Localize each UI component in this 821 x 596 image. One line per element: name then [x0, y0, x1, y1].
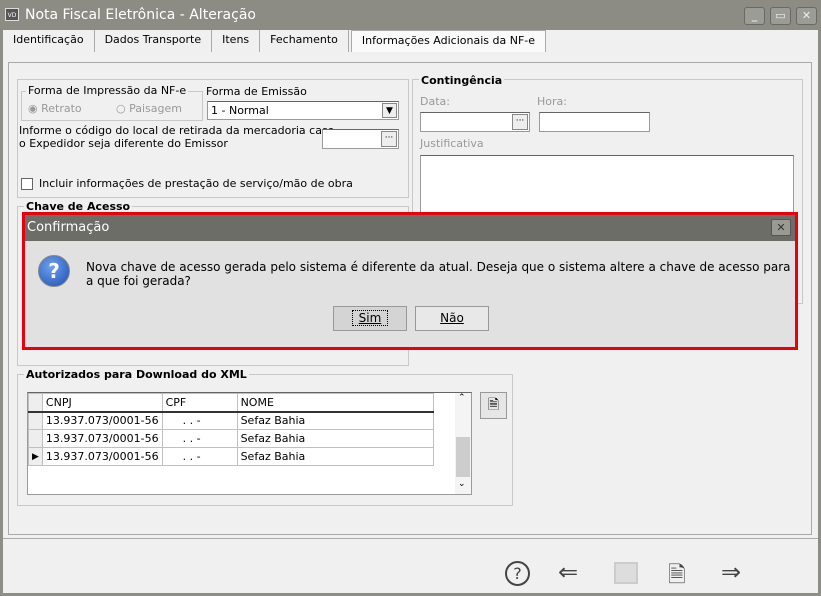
cell-cnpj: 13.937.073/0001-56 — [41, 411, 163, 430]
yes-button[interactable]: Sim — [333, 306, 407, 331]
data-label: Data: — [420, 95, 450, 108]
emissao-value: 1 - Normal — [211, 104, 269, 117]
cell-cpf: . . - — [161, 429, 238, 448]
maximize-button[interactable]: ▭ — [770, 7, 791, 25]
table-row[interactable]: 13.937.073/0001-56. . - Sefaz Bahia — [28, 429, 434, 448]
minimize-button[interactable]: _ — [744, 7, 765, 25]
cell-cpf: . . - — [161, 411, 238, 430]
forward-arrow-icon[interactable]: ⇒ — [721, 558, 741, 586]
col-cpf[interactable]: CPF — [161, 393, 238, 413]
scroll-thumb[interactable] — [456, 437, 470, 477]
document-remove-icon: 🗎 — [487, 397, 500, 413]
close-button[interactable]: ✕ — [796, 7, 817, 25]
cancel-document-icon[interactable]: 🗎 — [668, 558, 686, 596]
app-icon: VD — [5, 8, 19, 21]
confirmation-dialog: Confirmação ✕ ? Nova chave de acesso ger… — [22, 212, 798, 350]
cell-cpf: . . - — [161, 447, 238, 466]
col-cnpj[interactable]: CNPJ — [41, 393, 163, 413]
remove-authorized-button[interactable]: 🗎 — [480, 392, 507, 419]
incluir-servico-label: Incluir informações de prestação de serv… — [39, 177, 353, 190]
toolbar-divider — [3, 538, 818, 539]
tab-informacoes-adicionais[interactable]: Informações Adicionais da NF-e — [350, 30, 547, 52]
dialog-message: Nova chave de acesso gerada pelo sistema… — [86, 260, 791, 288]
emissao-select[interactable]: 1 - Normal ▼ — [207, 101, 399, 120]
checkbox-box[interactable] — [21, 177, 33, 190]
tab-bar: Identificação Dados Transporte Itens Fec… — [3, 30, 547, 54]
radio-retrato[interactable]: ◉ Retrato — [28, 102, 82, 115]
col-nome[interactable]: NOME — [236, 393, 434, 413]
dialog-title: Confirmação — [27, 220, 110, 235]
retirada-input[interactable]: ··· — [322, 129, 399, 149]
save-icon — [614, 562, 638, 584]
current-row-indicator: ▶ — [28, 447, 43, 466]
tab-identificacao[interactable]: Identificação — [3, 30, 95, 52]
retirada-label-1: Informe o código do local de retirada da… — [19, 124, 335, 137]
autorizados-group: Autorizados para Download do XML CNPJ CPF… — [17, 368, 513, 506]
window-title: Nota Fiscal Eletrônica - Alteração — [25, 7, 256, 23]
scroll-down-icon[interactable]: ⌄ — [458, 479, 466, 489]
table-row[interactable]: 13.937.073/0001-56. . - Sefaz Bahia — [28, 411, 434, 430]
date-picker-button[interactable]: ··· — [512, 114, 528, 130]
paisagem-label: Paisagem — [129, 102, 182, 115]
cell-nome: Sefaz Bahia — [236, 447, 434, 466]
cell-cnpj: 13.937.073/0001-56 — [41, 447, 163, 466]
cell-nome: Sefaz Bahia — [236, 429, 434, 448]
cell-cnpj: 13.937.073/0001-56 — [41, 429, 163, 448]
grid-scrollbar[interactable]: ⌃ ⌄ — [455, 393, 471, 494]
autorizados-label: Autorizados para Download do XML — [24, 368, 249, 381]
window-titlebar: VD Nota Fiscal Eletrônica - Alteração _ … — [0, 0, 821, 30]
emissao-label: Forma de Emissão — [206, 85, 307, 98]
no-label: Não — [440, 311, 464, 325]
tab-itens[interactable]: Itens — [212, 30, 261, 52]
autorizados-grid[interactable]: CNPJ CPF NOME 13.937.073/0001-56. . - Sefaz… — [27, 392, 472, 495]
data-input[interactable]: ··· — [420, 112, 530, 132]
yes-label: Sim — [351, 310, 389, 326]
scroll-up-icon[interactable]: ⌃ — [458, 393, 466, 403]
table-row[interactable]: ▶ 13.937.073/0001-56. . - Sefaz Bahia — [28, 447, 434, 466]
tab-fechamento[interactable]: Fechamento — [260, 30, 349, 52]
dialog-close-button[interactable]: ✕ — [771, 219, 791, 236]
radio-paisagem[interactable]: ○ Paisagem — [116, 102, 182, 115]
no-button[interactable]: Não — [415, 306, 489, 331]
retirada-label-2: o Expedidor seja diferente do Emissor — [19, 137, 228, 150]
dialog-titlebar: Confirmação — [25, 215, 795, 241]
hora-label: Hora: — [537, 95, 567, 108]
impressao-group: Forma de Impressão da NF-e ◉ Retrato ○ P… — [21, 84, 203, 121]
justificativa-label: Justificativa — [420, 137, 484, 150]
contingencia-label: Contingência — [419, 74, 505, 87]
hora-input[interactable] — [539, 112, 650, 132]
lookup-button[interactable]: ··· — [381, 131, 397, 147]
grid-header: CNPJ CPF NOME — [28, 393, 434, 413]
cell-nome: Sefaz Bahia — [236, 411, 434, 430]
help-icon[interactable]: ? — [505, 561, 530, 586]
retrato-label: Retrato — [41, 102, 82, 115]
chevron-down-icon[interactable]: ▼ — [382, 103, 397, 118]
impressao-label: Forma de Impressão da NF-e — [26, 84, 189, 97]
back-arrow-icon[interactable]: ⇐ — [558, 558, 578, 586]
tab-dados-transporte[interactable]: Dados Transporte — [95, 30, 213, 52]
incluir-servico-checkbox[interactable]: Incluir informações de prestação de serv… — [21, 177, 353, 190]
question-icon: ? — [38, 255, 70, 287]
